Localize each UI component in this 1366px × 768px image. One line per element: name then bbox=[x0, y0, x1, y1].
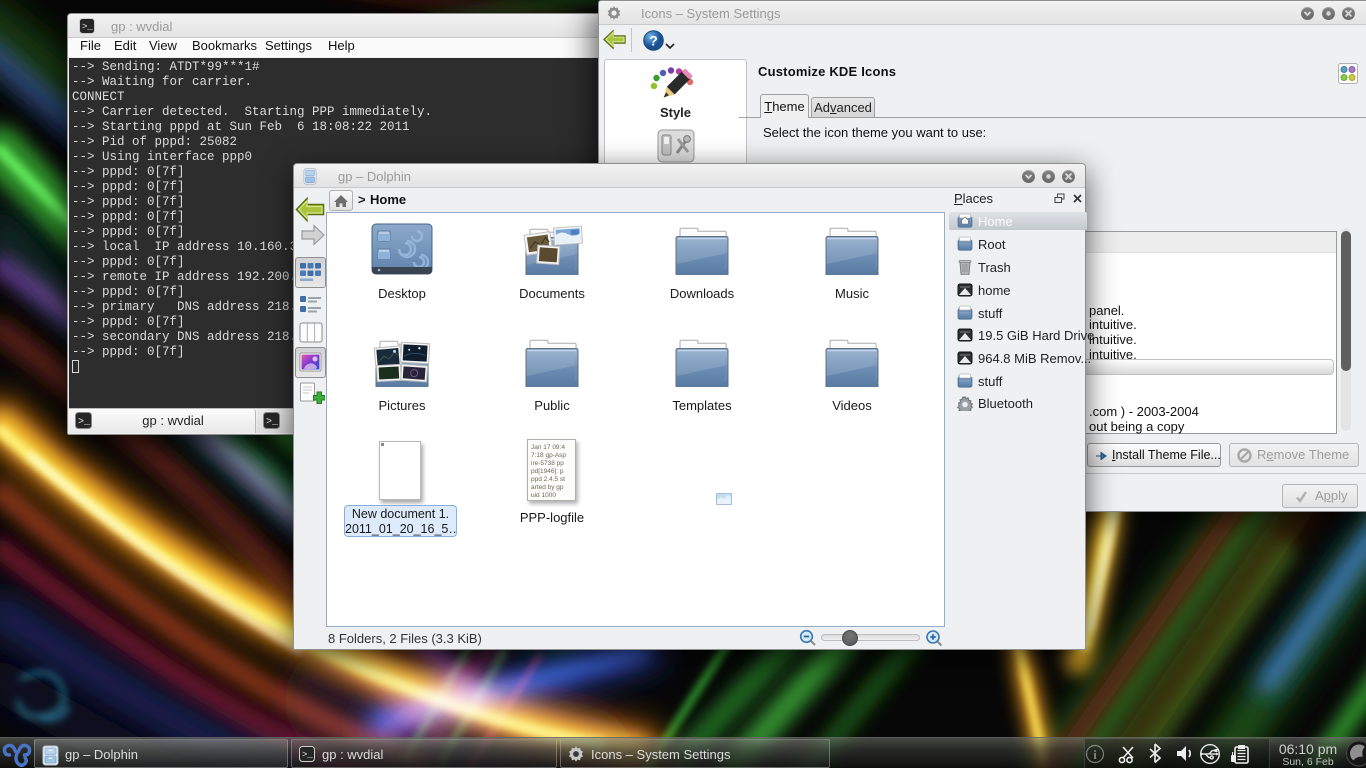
svg-text:>_: >_ bbox=[302, 750, 313, 760]
svg-text:>_: >_ bbox=[266, 417, 279, 428]
svg-text:>_: >_ bbox=[82, 22, 93, 32]
svg-text:>_: >_ bbox=[78, 417, 91, 428]
svg-text:?: ? bbox=[649, 33, 658, 49]
svg-text:i: i bbox=[1093, 747, 1097, 762]
